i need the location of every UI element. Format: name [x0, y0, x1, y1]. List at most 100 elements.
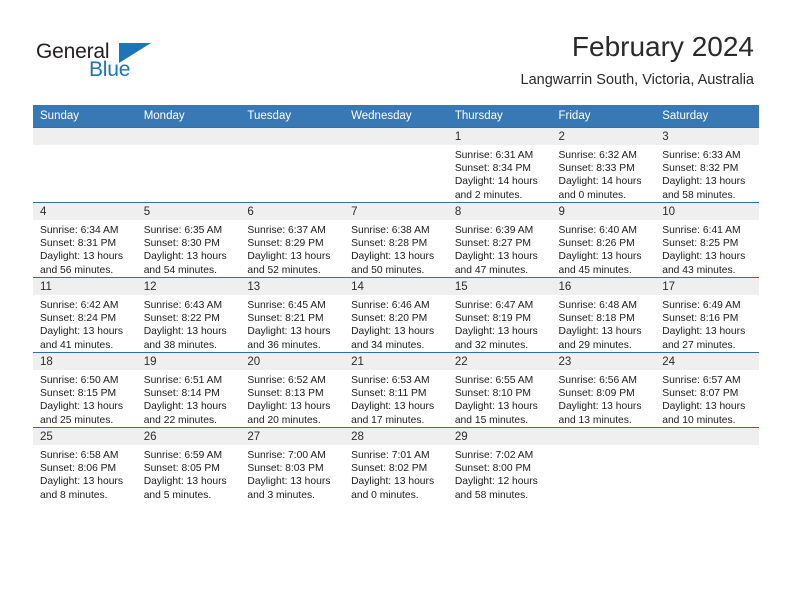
day-cell-inner: 25 Sunrise: 6:58 AM Sunset: 8:06 PM Dayligh…: [33, 428, 137, 502]
sunrise-time: Sunrise: 6:46 AM: [351, 300, 430, 311]
daylight-duration-line2: and 56 minutes.: [40, 264, 114, 276]
calendar-day-cell[interactable]: 13 Sunrise: 6:45 AM Sunset: 8:21 PM Dayligh…: [240, 277, 345, 353]
day-number: [344, 128, 448, 145]
daylight-duration-line1: Daylight: 13 hours: [143, 476, 227, 488]
day-cell-inner: 9 Sunrise: 6:40 AM Sunset: 8:26 PM Daylight…: [551, 203, 656, 277]
sunrise-time: Sunrise: 6:48 AM: [558, 300, 637, 311]
day-details: Sunrise: 6:48 AM Sunset: 8:18 PM Daylight:…: [552, 295, 656, 352]
sunset-time: Sunset: 8:21 PM: [247, 313, 324, 325]
calendar-day-cell[interactable]: 6 Sunrise: 6:37 AM Sunset: 8:29 PM Daylight…: [240, 202, 345, 278]
day-number: 22: [447, 353, 552, 370]
day-number: [240, 128, 345, 145]
calendar-body: 1 Sunrise: 6:31 AM Sunset: 8:34 PM Daylight…: [33, 127, 759, 502]
daylight-duration-line2: and 38 minutes.: [143, 339, 217, 351]
daylight-duration-line1: Daylight: 13 hours: [143, 401, 227, 413]
calendar-day-cell[interactable]: 28 Sunrise: 7:01 AM Sunset: 8:02 PM Dayligh…: [344, 427, 448, 502]
sunset-time: Sunset: 8:03 PM: [247, 463, 324, 475]
calendar-day-cell: [655, 427, 759, 502]
sunset-time: Sunset: 8:02 PM: [351, 463, 428, 475]
page-title: February 2024: [571, 31, 754, 62]
calendar-day-cell[interactable]: 19 Sunrise: 6:51 AM Sunset: 8:14 PM Dayligh…: [136, 352, 241, 428]
calendar-day-cell[interactable]: 14 Sunrise: 6:46 AM Sunset: 8:20 PM Dayligh…: [344, 277, 448, 353]
sunset-time: Sunset: 8:09 PM: [558, 388, 635, 400]
calendar-day-cell[interactable]: 25 Sunrise: 6:58 AM Sunset: 8:06 PM Dayligh…: [33, 427, 137, 502]
daylight-duration-line1: Daylight: 13 hours: [247, 251, 331, 263]
calendar-day-cell[interactable]: 23 Sunrise: 6:56 AM Sunset: 8:09 PM Dayligh…: [551, 352, 656, 428]
day-details: Sunrise: 6:40 AM Sunset: 8:26 PM Daylight:…: [552, 220, 656, 277]
calendar-day-cell[interactable]: 16 Sunrise: 6:48 AM Sunset: 8:18 PM Dayligh…: [551, 277, 656, 353]
sunrise-time: Sunrise: 6:52 AM: [247, 375, 326, 386]
calendar-day-cell[interactable]: 29 Sunrise: 7:02 AM Sunset: 8:00 PM Dayligh…: [447, 427, 552, 502]
calendar-day-cell[interactable]: 10 Sunrise: 6:41 AM Sunset: 8:25 PM Dayligh…: [655, 202, 759, 278]
calendar-day-cell[interactable]: 20 Sunrise: 6:52 AM Sunset: 8:13 PM Dayligh…: [240, 352, 345, 428]
sunrise-time: Sunrise: 6:34 AM: [40, 225, 119, 236]
day-cell-inner: 16 Sunrise: 6:48 AM Sunset: 8:18 PM Dayligh…: [551, 278, 656, 352]
day-cell-inner: 10 Sunrise: 6:41 AM Sunset: 8:25 PM Dayligh…: [655, 203, 759, 277]
logo-text-blue: Blue: [89, 58, 131, 81]
calendar-day-cell[interactable]: 15 Sunrise: 6:47 AM Sunset: 8:19 PM Dayligh…: [447, 277, 552, 353]
sunset-time: Sunset: 8:16 PM: [662, 313, 739, 325]
calendar-day-cell: [136, 127, 241, 203]
calendar-day-cell[interactable]: 26 Sunrise: 6:59 AM Sunset: 8:05 PM Dayligh…: [136, 427, 241, 502]
daylight-duration-line2: and 0 minutes.: [558, 189, 627, 201]
calendar-day-cell[interactable]: 9 Sunrise: 6:40 AM Sunset: 8:26 PM Daylight…: [551, 202, 656, 278]
calendar-day-cell[interactable]: 12 Sunrise: 6:43 AM Sunset: 8:22 PM Dayligh…: [136, 277, 241, 353]
day-cell-inner: 24 Sunrise: 6:57 AM Sunset: 8:07 PM Dayligh…: [655, 353, 759, 427]
day-details: Sunrise: 6:42 AM Sunset: 8:24 PM Daylight:…: [33, 295, 137, 352]
calendar-day-cell[interactable]: 3 Sunrise: 6:33 AM Sunset: 8:32 PM Daylight…: [655, 127, 759, 203]
daylight-duration-line1: Daylight: 13 hours: [558, 326, 642, 338]
sunrise-time: Sunrise: 6:47 AM: [454, 300, 534, 311]
day-details: Sunrise: 6:57 AM Sunset: 8:07 PM Daylight:…: [655, 370, 759, 427]
calendar-day-cell[interactable]: 8 Sunrise: 6:39 AM Sunset: 8:27 PM Daylight…: [447, 202, 552, 278]
day-number: 28: [344, 428, 448, 445]
daylight-duration-line2: and 45 minutes.: [558, 264, 632, 276]
sunrise-time: Sunrise: 7:02 AM: [454, 450, 534, 461]
sunset-time: Sunset: 8:00 PM: [454, 463, 531, 475]
calendar-day-cell[interactable]: 27 Sunrise: 7:00 AM Sunset: 8:03 PM Dayligh…: [240, 427, 345, 502]
calendar-day-cell[interactable]: 11 Sunrise: 6:42 AM Sunset: 8:24 PM Dayligh…: [33, 277, 137, 353]
daylight-duration-line2: and 17 minutes.: [351, 414, 425, 426]
day-cell-inner: 20 Sunrise: 6:52 AM Sunset: 8:13 PM Dayligh…: [240, 353, 345, 427]
sunrise-time: Sunrise: 6:43 AM: [143, 300, 223, 311]
day-number: 26: [136, 428, 241, 445]
day-cell-inner: 3 Sunrise: 6:33 AM Sunset: 8:32 PM Daylight…: [655, 128, 759, 202]
sunrise-time: Sunrise: 6:33 AM: [662, 150, 741, 161]
calendar-day-cell[interactable]: 5 Sunrise: 6:35 AM Sunset: 8:30 PM Daylight…: [136, 202, 241, 278]
calendar-week-row: 1 Sunrise: 6:31 AM Sunset: 8:34 PM Daylight…: [33, 127, 759, 203]
calendar-day-cell[interactable]: 2 Sunrise: 6:32 AM Sunset: 8:33 PM Daylight…: [551, 127, 656, 203]
daylight-duration-line1: Daylight: 13 hours: [40, 251, 123, 263]
calendar-day-cell[interactable]: 24 Sunrise: 6:57 AM Sunset: 8:07 PM Dayligh…: [655, 352, 759, 428]
day-cell-inner: [655, 428, 759, 502]
sunrise-time: Sunrise: 6:41 AM: [662, 225, 741, 236]
calendar-day-cell[interactable]: 21 Sunrise: 6:53 AM Sunset: 8:11 PM Dayligh…: [344, 352, 448, 428]
day-details: Sunrise: 6:46 AM Sunset: 8:20 PM Daylight:…: [344, 295, 448, 352]
day-details: Sunrise: 7:00 AM Sunset: 8:03 PM Daylight:…: [240, 445, 344, 502]
weekday-header-saturday: Saturday: [655, 105, 759, 128]
calendar-day-cell: [551, 427, 656, 502]
calendar-day-cell[interactable]: 4 Sunrise: 6:34 AM Sunset: 8:31 PM Daylight…: [33, 202, 137, 278]
sunset-time: Sunset: 8:20 PM: [351, 313, 428, 325]
sunset-time: Sunset: 8:14 PM: [143, 388, 220, 400]
day-details: Sunrise: 6:50 AM Sunset: 8:15 PM Daylight:…: [33, 370, 137, 427]
daylight-duration-line1: Daylight: 13 hours: [351, 401, 435, 413]
daylight-duration-line1: Daylight: 13 hours: [558, 401, 642, 413]
daylight-duration-line1: Daylight: 13 hours: [247, 401, 331, 413]
day-number: 7: [344, 203, 448, 220]
daylight-duration-line1: Daylight: 13 hours: [351, 476, 435, 488]
day-number: 8: [447, 203, 552, 220]
calendar-day-cell[interactable]: 1 Sunrise: 6:31 AM Sunset: 8:34 PM Daylight…: [447, 127, 552, 203]
calendar-day-cell: [240, 127, 345, 203]
sunrise-time: Sunrise: 6:58 AM: [40, 450, 119, 461]
weekday-header-sunday: Sunday: [33, 105, 137, 128]
day-cell-inner: 8 Sunrise: 6:39 AM Sunset: 8:27 PM Daylight…: [447, 203, 552, 277]
calendar-day-cell[interactable]: 7 Sunrise: 6:38 AM Sunset: 8:28 PM Daylight…: [344, 202, 448, 278]
sunrise-time: Sunrise: 6:50 AM: [40, 375, 119, 386]
daylight-duration-line2: and 58 minutes.: [454, 489, 529, 501]
calendar-day-cell[interactable]: 22 Sunrise: 6:55 AM Sunset: 8:10 PM Dayligh…: [447, 352, 552, 428]
page-header: General Blue February 2024 Langwarrin So…: [0, 0, 792, 104]
sunset-time: Sunset: 8:32 PM: [662, 163, 739, 175]
day-number: 19: [136, 353, 241, 370]
calendar-day-cell[interactable]: 18 Sunrise: 6:50 AM Sunset: 8:15 PM Dayligh…: [33, 352, 137, 428]
calendar-day-cell[interactable]: 17 Sunrise: 6:49 AM Sunset: 8:16 PM Dayligh…: [655, 277, 759, 353]
sunrise-time: Sunrise: 6:45 AM: [247, 300, 326, 311]
